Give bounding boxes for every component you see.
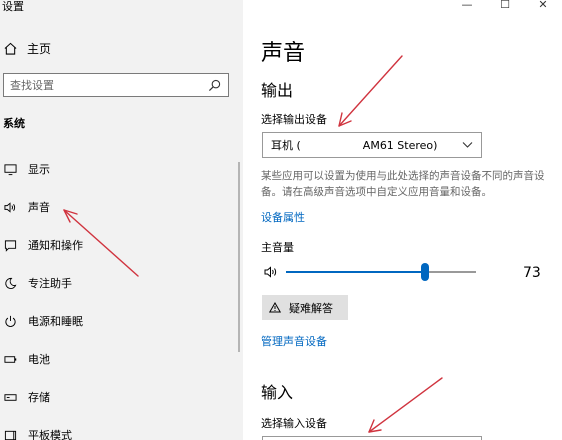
battery-icon [2,351,18,367]
sidebar-item-power-sleep[interactable]: 电源和睡眠 [0,302,243,340]
app-title: 设置 [2,0,24,13]
sidebar-home-label: 主页 [27,41,52,56]
manage-sound-devices-link[interactable]: 管理声音设备 [261,333,327,349]
sidebar-item-label: 存储 [28,391,50,404]
volume-icon[interactable] [264,265,280,279]
notification-icon [2,237,18,253]
speaker-icon [2,199,18,215]
sidebar-item-sound[interactable]: 声音 [0,188,243,226]
troubleshoot-button[interactable]: 疑难解答 [262,295,348,320]
sidebar-item-label: 显示 [28,163,50,176]
sidebar-item-notifications[interactable]: 通知和操作 [0,226,243,264]
input-heading: 输入 [261,383,294,402]
sidebar-item-focus-assist[interactable]: 专注助手 [0,264,243,302]
sidebar-item-label: 平板模式 [28,429,72,440]
sidebar-item-label: 声音 [28,201,50,214]
input-device-dropdown[interactable] [262,436,482,440]
moon-icon [2,275,18,291]
search-box[interactable] [3,73,229,97]
storage-icon [2,389,18,405]
input-device-label: 选择输入设备 [261,417,327,430]
power-icon [2,313,18,329]
master-volume-label: 主音量 [261,241,294,254]
monitor-icon [2,161,18,177]
sidebar-item-label: 通知和操作 [28,239,83,252]
chevron-down-icon [462,142,473,148]
sidebar-nav: 显示 声音 通知和操作 专注助手 电源和睡眠 电池 存储 平板模式 [0,150,243,440]
sidebar-item-label: 专注助手 [28,277,72,290]
search-icon[interactable] [208,79,221,92]
sidebar: 设置 主页 系统 显示 声音 通知 [0,0,243,440]
output-device-suffix: AM61 Stereo) [362,138,438,152]
volume-value: 73 [523,265,541,281]
troubleshoot-label: 疑难解答 [289,302,333,315]
sidebar-item-battery[interactable]: 电池 [0,340,243,378]
home-icon [4,42,17,55]
sidebar-item-label: 电池 [28,353,50,366]
redacted-region [300,139,363,151]
output-device-label: 选择输出设备 [261,113,327,126]
page-title: 声音 [261,41,306,66]
sidebar-home[interactable]: 主页 [4,38,51,58]
sidebar-item-label: 电源和睡眠 [28,315,83,328]
sidebar-item-display[interactable]: 显示 [0,150,243,188]
section-label-system: 系统 [3,117,25,130]
device-properties-link[interactable]: 设备属性 [261,209,305,225]
warning-icon [269,302,281,313]
output-device-dropdown[interactable]: 耳机 ( AM61 Stereo) [262,132,482,158]
output-heading: 输出 [261,81,294,100]
search-input[interactable] [10,78,200,92]
volume-slider[interactable] [286,262,476,282]
sidebar-item-storage[interactable]: 存储 [0,378,243,416]
output-description: 某些应用可以设置为使用与此处选择的声音设备不同的声音设备。请在高级声音选项中自定… [261,170,545,198]
tablet-icon [2,427,18,440]
output-device-prefix: 耳机 ( [271,139,301,152]
sidebar-item-tablet-mode[interactable]: 平板模式 [0,416,243,440]
volume-slider-fill [286,271,425,273]
main-content: 声音 输出 选择输出设备 耳机 ( AM61 Stereo) 某些应用可以设置为… [243,0,562,440]
volume-slider-thumb[interactable] [421,263,429,281]
sidebar-scrollbar[interactable] [238,162,240,352]
